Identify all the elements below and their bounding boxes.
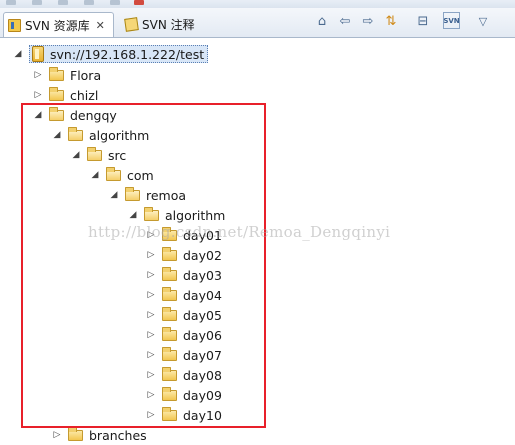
tree-item-chizl[interactable]: ▷ chizl (33, 85, 98, 105)
folder-icon (49, 86, 64, 101)
collapsed-arrow-icon[interactable]: ▷ (33, 90, 43, 100)
home-icon[interactable]: ⌂ (313, 12, 331, 30)
collapsed-arrow-icon[interactable]: ▷ (52, 430, 62, 440)
toolbar-icon[interactable] (58, 0, 68, 5)
watermark: http://blog.csdn.net/Remoa_Dengqinyi (88, 223, 391, 241)
toolbar-icon[interactable] (32, 0, 42, 5)
collapsed-arrow-icon[interactable]: ▷ (33, 70, 43, 80)
forward-arrow-icon[interactable]: ⇨ (359, 12, 377, 30)
back-arrow-icon[interactable]: ⇦ (336, 12, 354, 30)
toolbar-icon[interactable] (6, 0, 16, 5)
top-toolbar-strip (0, 0, 515, 8)
view-menu-icon[interactable]: ▽ (474, 12, 492, 30)
highlight-box (21, 103, 266, 428)
sync-icon[interactable]: ⇅ (382, 12, 400, 30)
expand-arrow-icon[interactable]: ◢ (13, 49, 23, 59)
tree-item-label: Flora (70, 67, 102, 83)
toolbar-icon[interactable] (134, 0, 144, 5)
toolbar-icon[interactable] (110, 0, 120, 5)
repository-url: svn://192.168.1.222/test (50, 46, 205, 62)
folder-icon (49, 66, 64, 81)
tree-item-label: branches (89, 427, 147, 443)
svn-repository-icon (32, 46, 44, 62)
svn-repo-icon[interactable]: SVN (443, 12, 460, 29)
folder-icon (68, 426, 83, 441)
tree-item-flora[interactable]: ▷ Flora (33, 65, 101, 85)
tree-item-branches[interactable]: ▷ branches (52, 425, 147, 445)
tree-repository-root[interactable]: ◢ svn://192.168.1.222/test (13, 44, 209, 64)
tree-item-label: chizl (70, 87, 99, 103)
collapse-all-icon[interactable]: ⊟ (414, 12, 432, 30)
toolbar-icon[interactable] (84, 0, 94, 5)
view-toolbar: ⌂ ⇦ ⇨ ⇅ ⊟ SVN ▽ (0, 12, 515, 32)
